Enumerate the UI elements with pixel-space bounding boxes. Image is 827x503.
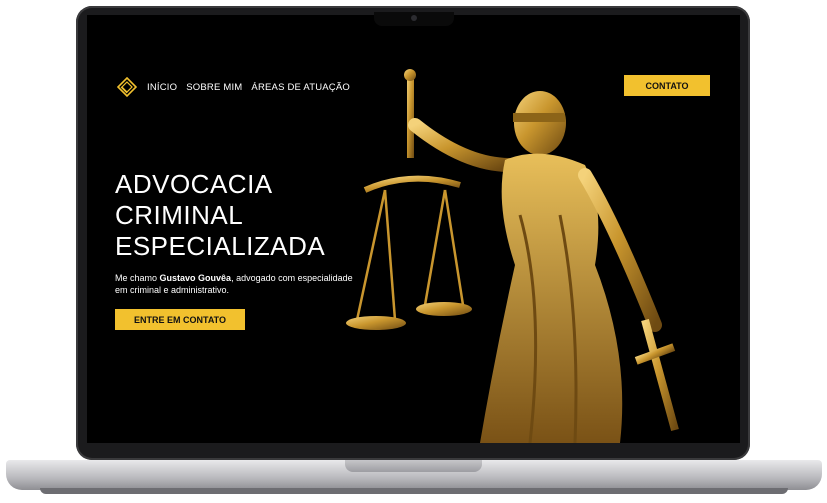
logo-icon[interactable] <box>117 77 137 97</box>
headline-line-1: ADVOCACIA <box>115 169 273 199</box>
laptop-screen: INÍCIO SOBRE MIM ÁREAS DE ATUAÇÃO CONTAT… <box>87 15 740 443</box>
lawyer-name: Gustavo Gouvêa <box>159 273 232 283</box>
lady-justice-image <box>346 69 679 443</box>
nav-item-sobre-mim[interactable]: SOBRE MIM <box>186 82 242 93</box>
headline-line-2: CRIMINAL <box>115 200 244 230</box>
camera-icon <box>411 15 417 21</box>
cta-contact-button[interactable]: ENTRE EM CONTATO <box>115 309 245 330</box>
headline-line-3: ESPECIALIZADA <box>115 231 326 261</box>
hero-subtitle: Me chamo Gustavo Gouvêa, advogado com es… <box>115 273 355 296</box>
hero-headline: ADVOCACIA CRIMINAL ESPECIALIZADA <box>115 169 375 262</box>
nav-item-areas-de-atuacao[interactable]: ÁREAS DE ATUAÇÃO <box>251 82 350 93</box>
laptop-base-groove <box>345 460 482 472</box>
main-nav: INÍCIO SOBRE MIM ÁREAS DE ATUAÇÃO <box>147 82 350 93</box>
nav-item-inicio[interactable]: INÍCIO <box>147 82 177 93</box>
subtitle-prefix: Me chamo <box>115 273 160 283</box>
laptop-feet <box>40 488 788 494</box>
